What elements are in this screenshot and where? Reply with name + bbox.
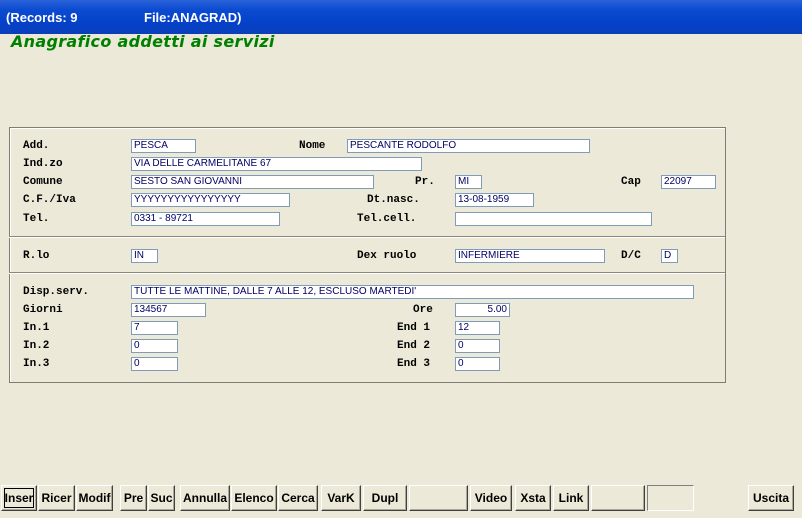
add-field[interactable]: PESCA <box>131 139 196 153</box>
uscita-button[interactable]: Uscita <box>748 485 794 511</box>
blank-button[interactable] <box>409 485 468 511</box>
in1-label: In.1 <box>23 322 50 334</box>
ricer-button[interactable]: Ricer <box>38 485 75 511</box>
telcell-field[interactable] <box>455 212 652 226</box>
cap-label: Cap <box>621 176 641 188</box>
dexruolo-field[interactable]: INFERMIERE <box>455 249 605 263</box>
end1-field[interactable]: 12 <box>455 321 500 335</box>
ore-field[interactable]: 5.00 <box>455 303 510 317</box>
in2-field[interactable]: 0 <box>131 339 178 353</box>
blank-button[interactable] <box>647 485 694 511</box>
end2-field[interactable]: 0 <box>455 339 500 353</box>
dispserv-field[interactable]: TUTTE LE MATTINE, DALLE 7 ALLE 12, ESCLU… <box>131 285 694 299</box>
giorni-label: Giorni <box>23 304 63 316</box>
end3-field[interactable]: 0 <box>455 357 500 371</box>
telcell-label: Tel.cell. <box>357 213 417 225</box>
section-divider <box>9 272 725 274</box>
end1-label: End 1 <box>397 322 431 334</box>
vark-button[interactable]: VarK <box>321 485 361 511</box>
end3-label: End 3 <box>397 358 431 370</box>
dexruolo-label: Dex ruolo <box>357 250 417 262</box>
button-toolbar: Inser Ricer Modif Pre Suc Annulla Elenco… <box>0 483 802 518</box>
tel-label: Tel. <box>23 213 50 225</box>
dtnasc-label: Dt.nasc. <box>367 194 420 206</box>
elenco-button[interactable]: Elenco <box>231 485 277 511</box>
records-count: (Records: 9 <box>6 10 78 25</box>
pr-field[interactable]: MI <box>455 175 482 189</box>
modif-button[interactable]: Modif <box>76 485 113 511</box>
end2-label: End 2 <box>397 340 431 352</box>
suc-button[interactable]: Suc <box>148 485 175 511</box>
add-label: Add. <box>23 140 50 152</box>
title-bar: (Records: 9 File:ANAGRAD) <box>0 0 802 34</box>
xsta-button[interactable]: Xsta <box>515 485 551 511</box>
in2-label: In.2 <box>23 340 50 352</box>
section-divider <box>9 236 725 238</box>
tel-field[interactable]: 0331 - 89721 <box>131 212 280 226</box>
rlo-label: R.lo <box>23 250 50 262</box>
in3-label: In.3 <box>23 358 50 370</box>
dc-field[interactable]: D <box>661 249 678 263</box>
annulla-button[interactable]: Annulla <box>180 485 230 511</box>
link-button[interactable]: Link <box>553 485 589 511</box>
rlo-field[interactable]: IN <box>131 249 158 263</box>
indzo-field[interactable]: VIA DELLE CARMELITANE 67 <box>131 157 422 171</box>
dupl-button[interactable]: Dupl <box>363 485 407 511</box>
inser-button[interactable]: Inser <box>1 485 37 511</box>
form-title: Anagrafico addetti ai servizi <box>11 32 275 51</box>
cap-field[interactable]: 22097 <box>661 175 716 189</box>
pre-button[interactable]: Pre <box>120 485 147 511</box>
cfiva-label: C.F./Iva <box>23 194 76 206</box>
nome-field[interactable]: PESCANTE RODOLFO <box>347 139 590 153</box>
comune-field[interactable]: SESTO SAN GIOVANNI <box>131 175 374 189</box>
comune-label: Comune <box>23 176 63 188</box>
dtnasc-field[interactable]: 13-08-1959 <box>455 193 534 207</box>
video-button[interactable]: Video <box>470 485 512 511</box>
file-name: File:ANAGRAD) <box>144 10 242 25</box>
ore-label: Ore <box>413 304 433 316</box>
cfiva-field[interactable]: YYYYYYYYYYYYYYYY <box>131 193 290 207</box>
in3-field[interactable]: 0 <box>131 357 178 371</box>
blank-button[interactable] <box>591 485 645 511</box>
cerca-button[interactable]: Cerca <box>278 485 318 511</box>
dc-label: D/C <box>621 250 641 262</box>
indzo-label: Ind.zo <box>23 158 63 170</box>
dispserv-label: Disp.serv. <box>23 286 90 298</box>
giorni-field[interactable]: 134567 <box>131 303 206 317</box>
in1-field[interactable]: 7 <box>131 321 178 335</box>
nome-label: Nome <box>299 140 326 152</box>
pr-label: Pr. <box>415 176 435 188</box>
